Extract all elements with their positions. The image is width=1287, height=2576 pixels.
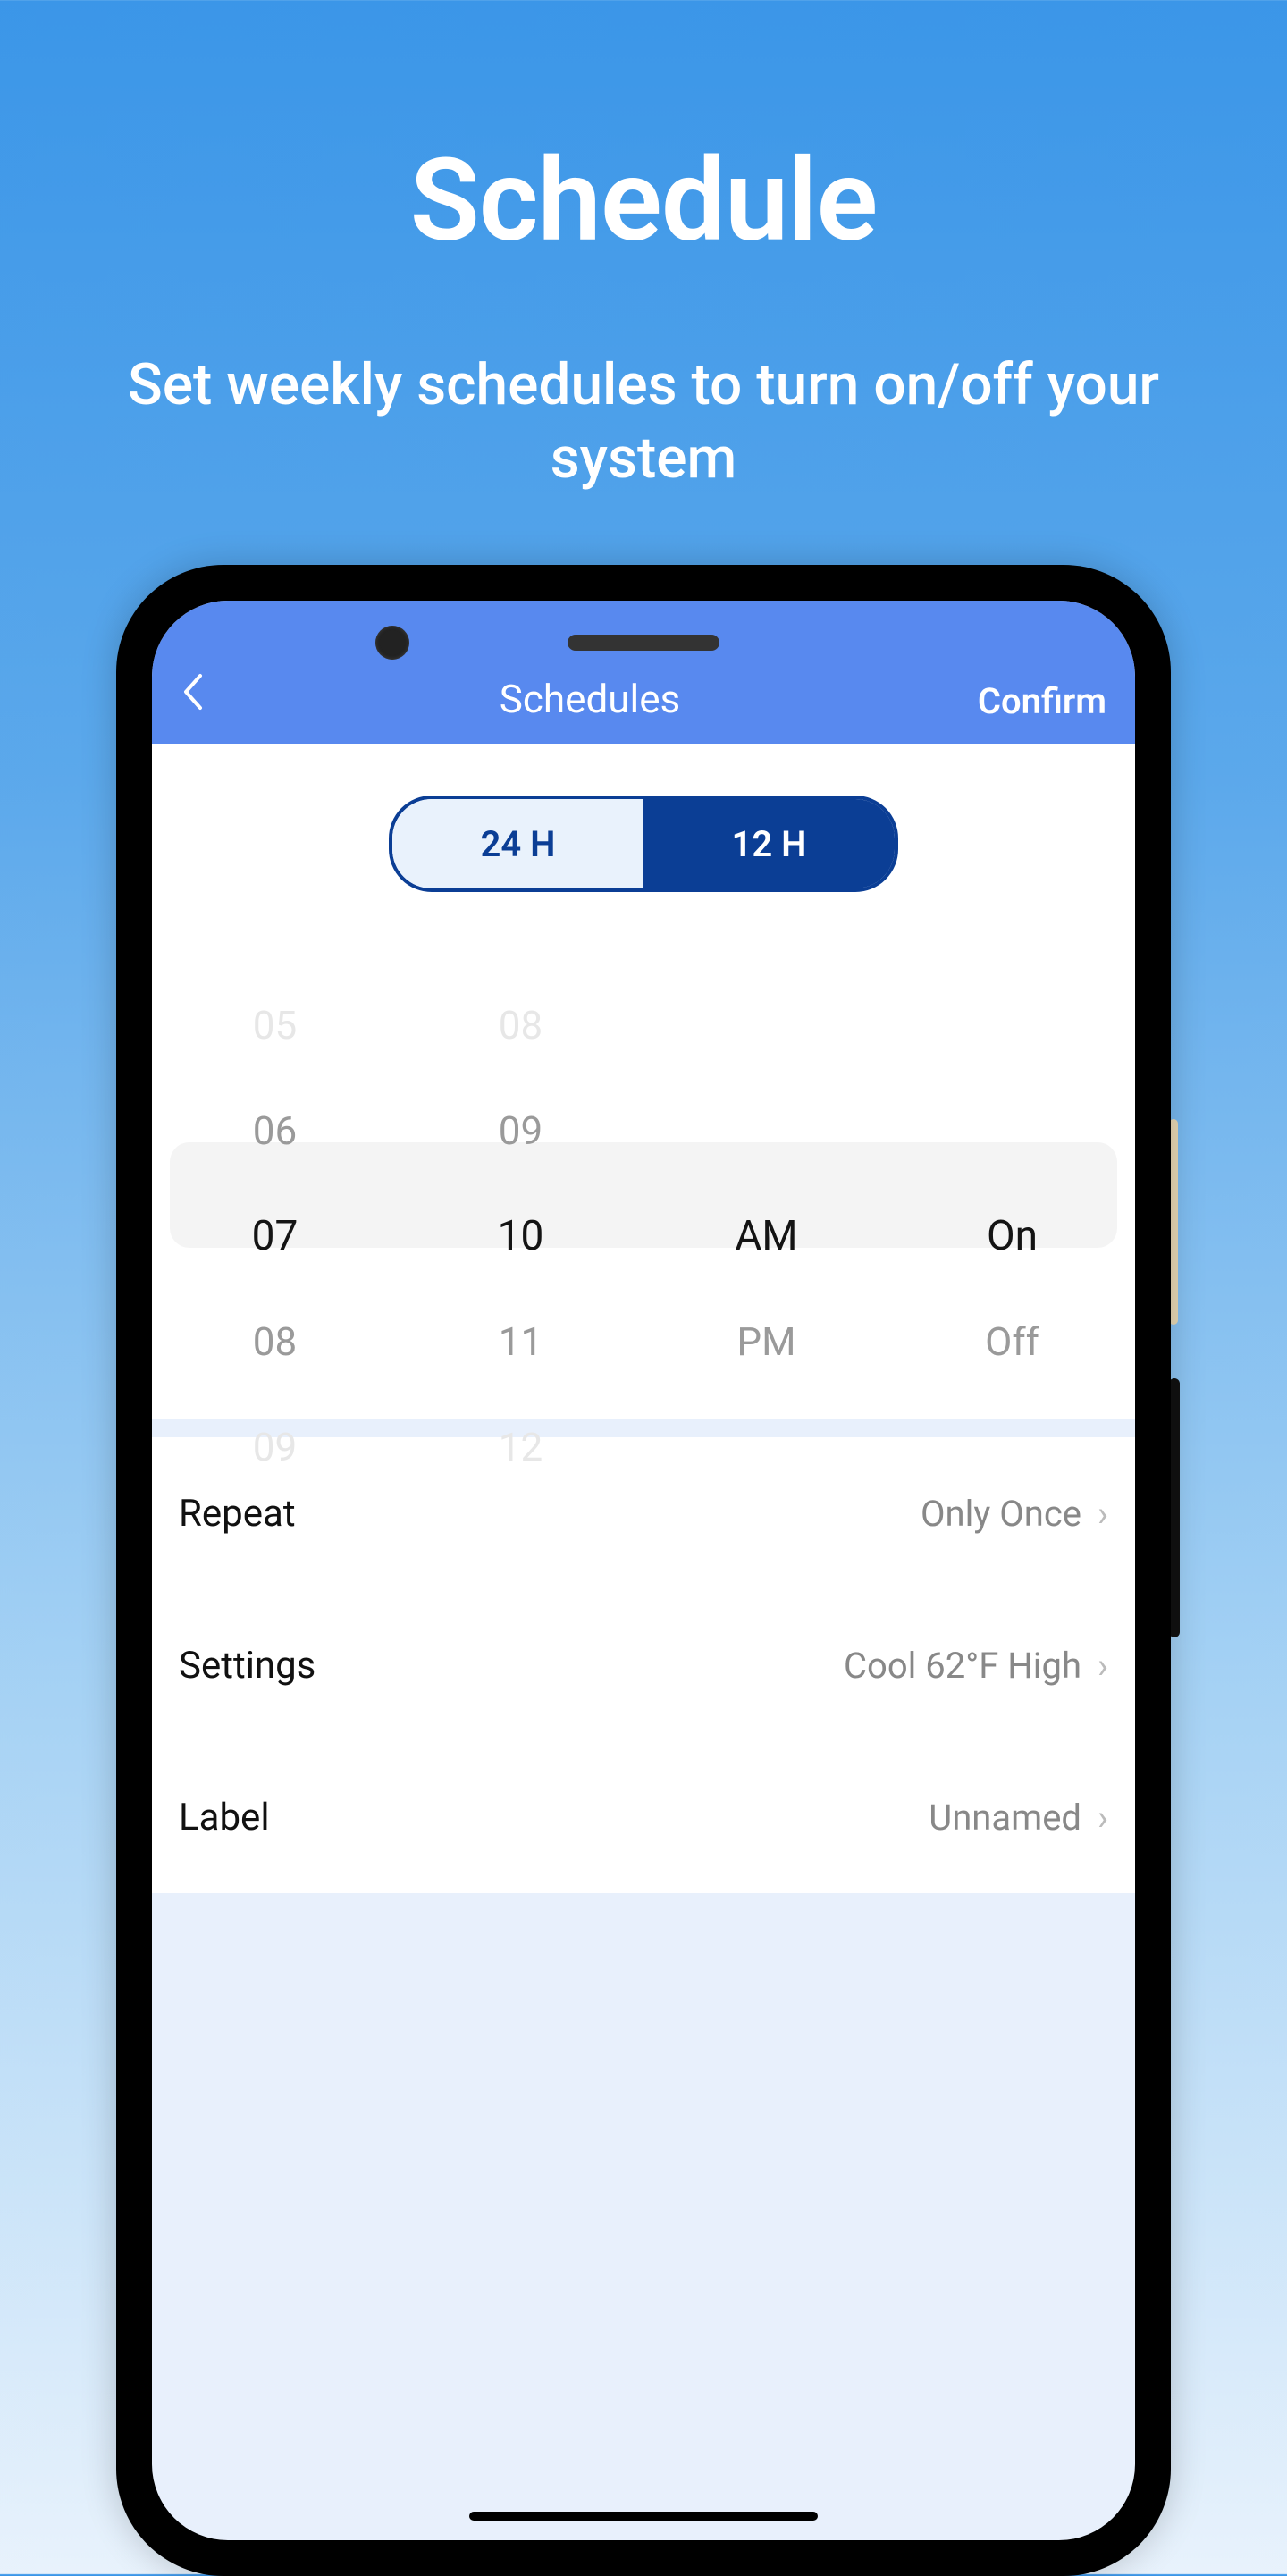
minute-option: 11 [398, 1289, 644, 1394]
chevron-left-icon [181, 672, 206, 711]
app-header-title: Schedules [500, 676, 681, 722]
minute-selected: 10 [398, 1183, 644, 1289]
phone-frame: Schedules Confirm 24 H 12 H 05 06 [116, 565, 1171, 2576]
phone-speaker [568, 635, 719, 651]
ampm-wheel[interactable]: . . AM PM . [644, 972, 889, 1419]
label-label: Label [179, 1796, 270, 1839]
hour-option: 06 [152, 1078, 398, 1183]
hour-selected: 07 [152, 1183, 398, 1289]
minute-option: 08 [398, 972, 644, 1078]
hour-option: 08 [152, 1289, 398, 1394]
hour-option: 09 [152, 1394, 398, 1500]
ampm-selected: AM [644, 1183, 889, 1289]
phone-camera [375, 626, 409, 660]
hour-option: 05 [152, 972, 398, 1078]
minute-option: 09 [398, 1078, 644, 1183]
marketing-title: Schedule [0, 0, 1287, 268]
state-option: Off [889, 1289, 1135, 1394]
app-header: Schedules Confirm [152, 601, 1135, 744]
hour-wheel[interactable]: 05 06 07 08 09 [152, 972, 398, 1419]
time-format-segment: 24 H 12 H [389, 796, 898, 892]
time-picker: 05 06 07 08 09 08 09 10 11 12 [152, 972, 1135, 1419]
marketing-subtitle: Set weekly schedules to turn on/off your… [0, 349, 1287, 495]
app-screen: Schedules Confirm 24 H 12 H 05 06 [152, 601, 1135, 2540]
label-value: Unnamed [929, 1797, 1081, 1839]
home-indicator [469, 2512, 818, 2521]
settings-row[interactable]: Settings Cool 62°F High › [152, 1589, 1135, 1741]
settings-value: Cool 62°F High [844, 1645, 1081, 1687]
chevron-right-icon: › [1098, 1493, 1108, 1535]
state-wheel[interactable]: . . On Off . [889, 972, 1135, 1419]
chevron-right-icon: › [1098, 1797, 1108, 1839]
repeat-value: Only Once [921, 1493, 1081, 1535]
settings-label: Settings [179, 1644, 315, 1688]
chevron-right-icon: › [1098, 1645, 1108, 1687]
back-button[interactable] [181, 671, 234, 722]
segment-24h[interactable]: 24 H [392, 799, 644, 888]
state-selected: On [889, 1183, 1135, 1289]
minute-wheel[interactable]: 08 09 10 11 12 [398, 972, 644, 1419]
segment-12h[interactable]: 12 H [644, 799, 895, 888]
minute-option: 12 [398, 1394, 644, 1500]
label-row[interactable]: Label Unnamed › [152, 1741, 1135, 1893]
ampm-option: PM [644, 1289, 889, 1394]
confirm-button[interactable]: Confirm [946, 680, 1106, 722]
